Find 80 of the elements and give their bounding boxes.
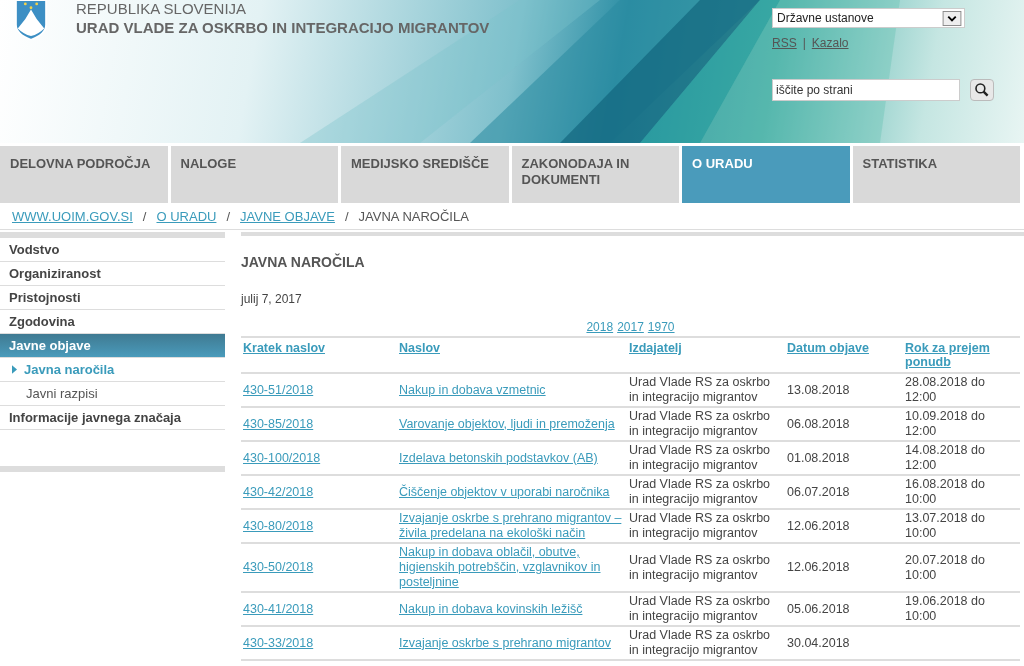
table-cell: 06.07.2018 bbox=[787, 484, 850, 499]
breadcrumb-separator: / bbox=[142, 208, 147, 224]
code-link[interactable]: 430-51/2018 bbox=[243, 382, 314, 398]
breadcrumb-separator: / bbox=[226, 208, 231, 224]
coat-of-arms-icon bbox=[14, 0, 48, 40]
table-cell: 14.08.2018 do 12:00 bbox=[905, 443, 985, 472]
title-link[interactable]: Izvajanje oskrbe s prehrano migrantov bbox=[399, 635, 611, 651]
breadcrumb-link[interactable]: WWW.UOIM.GOV.SI bbox=[12, 208, 133, 224]
header-link[interactable]: Kazalo bbox=[811, 36, 849, 50]
table-cell: 19.06.2018 do 10:00 bbox=[905, 594, 985, 623]
caret-icon bbox=[942, 10, 962, 26]
code-link[interactable]: 430-42/2018 bbox=[243, 484, 314, 500]
nav-tab[interactable]: MEDIJSKO SREDIŠČE bbox=[341, 146, 509, 203]
title-link[interactable]: Varovanje objektov, ljudi in premoženja bbox=[399, 416, 615, 432]
code-link[interactable]: 430-80/2018 bbox=[243, 518, 314, 534]
breadcrumb-link[interactable]: O URADU bbox=[156, 208, 217, 224]
triangle-icon bbox=[12, 365, 17, 374]
title-link[interactable]: Čiščenje objektov v uporabi naročnika bbox=[399, 484, 610, 500]
sidebar-item[interactable]: Vodstvo bbox=[0, 238, 225, 262]
table-cell: Urad Vlade RS za oskrbo in integracijo migrantov bbox=[629, 552, 771, 582]
column-header-link[interactable]: Rok za prejem ponudb bbox=[905, 341, 1018, 369]
title-link[interactable]: Nakup in dobava vzmetnic bbox=[399, 382, 546, 398]
table-cell: 01.08.2018 bbox=[787, 450, 850, 465]
search-button[interactable] bbox=[970, 79, 994, 101]
code-link[interactable]: 430-50/2018 bbox=[243, 560, 314, 575]
year-link[interactable]: 2018 bbox=[586, 320, 614, 334]
title-link[interactable]: Izdelava betonskih podstavkov (AB) bbox=[399, 450, 598, 466]
title-link[interactable]: Nakup in dobava kovinskih ležišč bbox=[399, 601, 583, 617]
table-cell: 16.08.2018 do 10:00 bbox=[905, 477, 985, 506]
nav-tab[interactable]: O URADU bbox=[682, 146, 850, 203]
sidebar-item[interactable]: Informacije javnega značaja bbox=[0, 406, 225, 430]
table-cell: 30.04.2018 bbox=[787, 635, 850, 650]
table-cell: Urad Vlade RS za oskrbo in integracijo migrantov bbox=[629, 409, 771, 438]
office-name: URAD VLADE ZA OSKRBO IN INTEGRACIJO MIGRANTOV bbox=[76, 19, 490, 36]
code-link[interactable]: 430-41/2018 bbox=[243, 601, 314, 617]
sidebar-subitem[interactable]: Javni razpisi bbox=[0, 382, 225, 406]
nav-tab[interactable]: DELOVNA PODROČJA bbox=[0, 146, 168, 203]
breadcrumb-current: JAVNA NAROČILA bbox=[358, 208, 469, 224]
table-cell: 13.07.2018 do 10:00 bbox=[905, 511, 985, 540]
institutions-dropdown[interactable]: Državne ustanove bbox=[772, 8, 965, 28]
table-cell: Urad Vlade RS za oskrbo in integracijo migrantov bbox=[629, 594, 771, 623]
table-cell: Urad Vlade RS za oskrbo in integracijo migrantov bbox=[629, 443, 771, 472]
title-link[interactable]: Nakup in dobava oblačil, obutve, higienskih potrebščin, vzglavnikov in posteljnine bbox=[399, 545, 625, 590]
title-link[interactable]: Izvajanje oskrbe s prehrano migrantov – živila predelana na ekološki način bbox=[399, 511, 625, 541]
country-name: REPUBLIKA SLOVENIJA bbox=[76, 0, 248, 17]
column-header-link[interactable]: Naslov bbox=[399, 341, 440, 355]
link-separator: | bbox=[802, 36, 806, 50]
header-link[interactable]: RSS bbox=[772, 36, 797, 50]
code-link[interactable]: 430-100/2018 bbox=[243, 450, 321, 466]
year-link[interactable]: 1970 bbox=[647, 320, 675, 334]
search-field[interactable]: iščite po strani bbox=[772, 79, 960, 101]
nav-tab[interactable]: NALOGE bbox=[170, 146, 338, 203]
nav-tab[interactable]: ZAKONODAJA IN DOKUMENTI bbox=[511, 146, 679, 203]
code-link[interactable]: 430-33/2018 bbox=[243, 635, 314, 651]
table-cell: 10.09.2018 do 12:00 bbox=[905, 409, 985, 438]
table-cell: 12.06.2018 bbox=[787, 560, 850, 574]
table-cell: 20.07.2018 do 10:00 bbox=[905, 552, 985, 582]
table-cell: Urad Vlade RS za oskrbo in integracijo migrantov bbox=[629, 511, 771, 540]
publish-date: julij 7, 2017 bbox=[241, 292, 303, 306]
sidebar-item[interactable]: Pristojnosti bbox=[0, 286, 225, 310]
table-cell: Urad Vlade RS za oskrbo in integracijo migrantov bbox=[629, 375, 771, 404]
table-cell: 05.06.2018 bbox=[787, 601, 850, 616]
table-cell: 12.06.2018 bbox=[787, 518, 850, 533]
table-cell: Urad Vlade RS za oskrbo in integracijo migrantov bbox=[629, 628, 771, 657]
year-link[interactable]: 2017 bbox=[617, 320, 644, 334]
column-header-link[interactable]: Kratek naslov bbox=[243, 341, 325, 355]
table-cell: 28.08.2018 do 12:00 bbox=[905, 375, 985, 404]
breadcrumb-separator: / bbox=[344, 208, 349, 224]
page-title: JAVNA NAROČILA bbox=[241, 254, 366, 270]
table-cell: Urad Vlade RS za oskrbo in integracijo migrantov bbox=[629, 477, 771, 506]
nav-tab[interactable]: STATISTIKA bbox=[852, 146, 1020, 203]
column-header-link[interactable]: Izdajatelj bbox=[629, 341, 682, 355]
sidebar-item[interactable]: Organiziranost bbox=[0, 262, 225, 286]
column-header-link[interactable]: Datum objave bbox=[787, 341, 869, 355]
table-cell: 13.08.2018 bbox=[787, 382, 850, 397]
sidebar-item[interactable]: Javne objave bbox=[0, 334, 225, 358]
breadcrumb-link[interactable]: JAVNE OBJAVE bbox=[240, 208, 335, 224]
sidebar-subitem[interactable]: Javna naročila bbox=[0, 358, 225, 382]
table-cell: 06.08.2018 bbox=[787, 416, 850, 431]
code-link[interactable]: 430-85/2018 bbox=[243, 416, 314, 432]
